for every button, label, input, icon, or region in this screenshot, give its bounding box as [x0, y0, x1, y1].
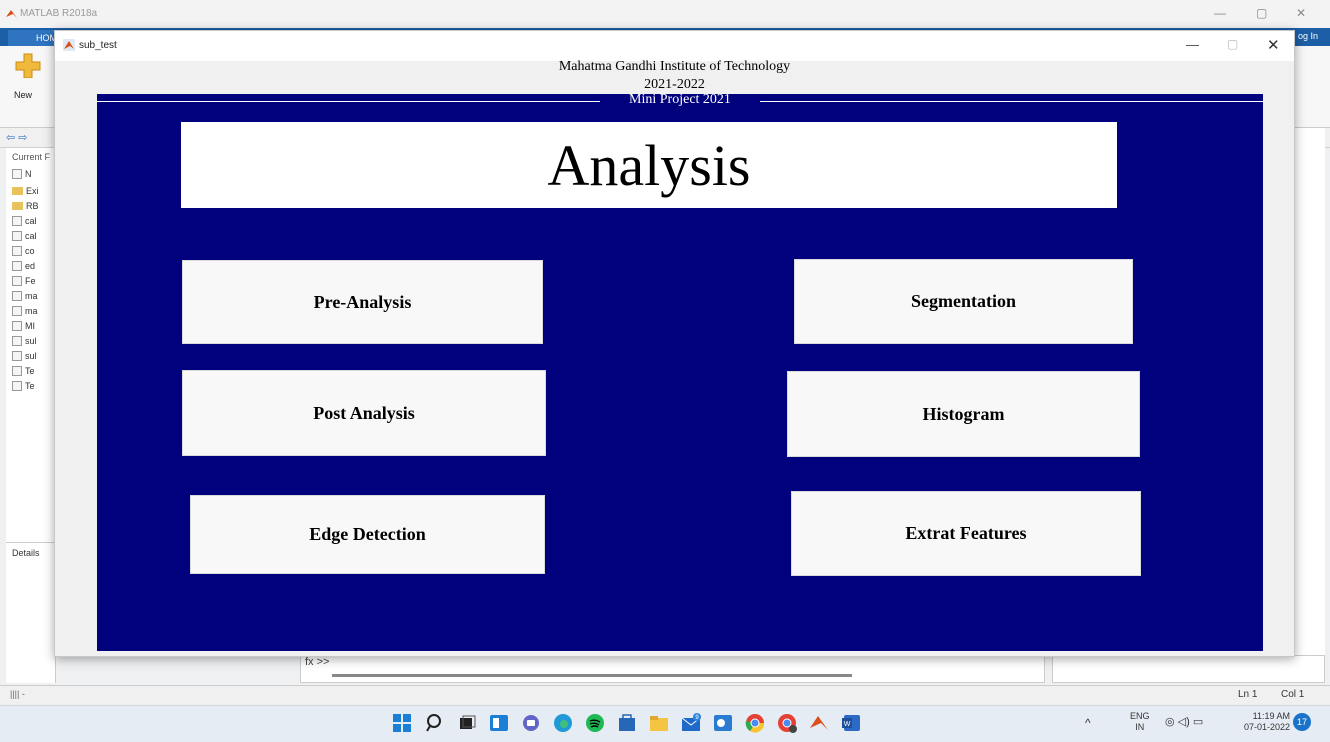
file-icon [12, 168, 22, 179]
matlab-close-button[interactable]: ✕ [1296, 6, 1306, 20]
panel-border-left [97, 101, 600, 102]
new-plus-icon[interactable] [14, 52, 42, 78]
mfile-icon [12, 215, 22, 226]
mfile-icon [12, 290, 22, 301]
language-indicator[interactable]: ENG IN [1130, 711, 1150, 733]
tab-home[interactable]: HOM [8, 30, 57, 46]
segmentation-button[interactable]: Segmentation [794, 259, 1133, 344]
svg-text:W: W [844, 721, 851, 728]
mfile-icon [12, 275, 22, 286]
mfile-icon [12, 350, 22, 361]
list-item[interactable]: RB [12, 199, 39, 212]
workspace-panel [1293, 128, 1325, 683]
list-item[interactable]: MI [12, 319, 35, 332]
sub-test-window: sub_test — ▢ ✕ Mahatma Gandhi Institute … [54, 30, 1295, 657]
post-analysis-button[interactable]: Post Analysis [182, 370, 546, 456]
folder-icon [12, 201, 23, 210]
list-item[interactable]: Exi [12, 184, 39, 197]
folder-icon [12, 186, 23, 195]
institute-title: Mahatma Gandhi Institute of Technology [558, 59, 791, 74]
analysis-heading: Analysis [181, 122, 1117, 208]
matlab-icon[interactable] [808, 712, 830, 734]
command-scrollbar[interactable] [332, 674, 852, 677]
mfile-icon [12, 305, 22, 316]
edge-icon[interactable] [552, 712, 574, 734]
mfile-icon [12, 335, 22, 346]
panel-border-right [760, 101, 1263, 102]
outlook-icon[interactable] [712, 712, 734, 734]
panel-title: Mini Project 2021 [629, 92, 731, 107]
spotify-icon[interactable] [584, 712, 606, 734]
academic-year: 2021-2022 [644, 77, 705, 92]
list-item[interactable]: ma [12, 289, 38, 302]
project-panel: Mini Project 2021 Analysis Pre-Analysis … [97, 92, 1263, 651]
matlab-figure-icon [63, 39, 75, 51]
mail-icon[interactable]: 9 [680, 712, 702, 734]
windows-start-icon[interactable] [391, 712, 413, 734]
widgets-icon[interactable] [488, 712, 510, 734]
search-icon[interactable] [424, 712, 446, 734]
window-title: sub_test [79, 40, 117, 51]
maximize-button[interactable]: ▢ [1227, 37, 1238, 51]
window-titlebar: sub_test — ▢ ✕ [55, 31, 1294, 61]
list-item[interactable]: sul [12, 334, 37, 347]
chat-icon[interactable] [520, 712, 542, 734]
chrome-profile-icon[interactable] [776, 712, 798, 734]
command-prompt: fx >> [305, 656, 330, 668]
histogram-button[interactable]: Histogram [787, 371, 1140, 457]
extra-features-button[interactable]: Extrat Features [791, 491, 1141, 576]
list-item[interactable]: co [12, 244, 35, 257]
matlab-titlebar: MATLAB R2018a — ▢ ✕ [0, 0, 1330, 28]
status-line: Ln 1 [1238, 689, 1258, 700]
workspace-area [1052, 655, 1325, 683]
pre-analysis-button[interactable]: Pre-Analysis [182, 260, 543, 344]
matlab-minimize-button[interactable]: — [1214, 6, 1226, 20]
minimize-button[interactable]: — [1186, 37, 1199, 52]
details-label: Details [12, 548, 40, 558]
status-bar [0, 685, 1330, 705]
tray-chevron-icon[interactable]: ^ [1085, 716, 1091, 730]
list-item[interactable]: Te [12, 379, 35, 392]
mfile-icon [12, 380, 22, 391]
list-item[interactable]: Fe [12, 274, 36, 287]
matlab-window-title: MATLAB R2018a [20, 8, 98, 19]
status-column: Col 1 [1281, 689, 1305, 700]
list-item[interactable]: cal [12, 214, 37, 227]
new-button-label[interactable]: New [14, 90, 32, 100]
file-explorer-icon[interactable] [648, 712, 670, 734]
list-item[interactable]: cal [12, 229, 37, 242]
notification-badge[interactable]: 17 [1293, 713, 1311, 731]
back-forward-icon[interactable]: ⇦ ⇨ [6, 131, 28, 144]
chrome-icon[interactable] [744, 712, 766, 734]
fig-file-icon [12, 320, 22, 331]
word-icon[interactable]: W [840, 712, 862, 734]
matlab-logo-icon [6, 10, 17, 18]
list-item[interactable]: N [12, 167, 32, 180]
store-icon[interactable] [616, 712, 638, 734]
mfile-icon [12, 260, 22, 271]
close-button[interactable]: ✕ [1267, 36, 1280, 54]
status-indicator: |||| - [10, 689, 25, 699]
list-item[interactable]: Te [12, 364, 35, 377]
command-window[interactable] [300, 655, 1045, 683]
current-folder-label: Current F [12, 152, 51, 162]
mfile-icon [12, 230, 22, 241]
tray-network-volume-battery-icon[interactable]: ◎ ◁) ▭ [1165, 715, 1203, 728]
details-divider [6, 542, 56, 543]
edge-detection-button[interactable]: Edge Detection [190, 495, 545, 574]
list-item[interactable]: ma [12, 304, 38, 317]
task-view-icon[interactable] [456, 712, 478, 734]
login-link[interactable]: og In [1298, 31, 1318, 41]
matlab-maximize-button[interactable]: ▢ [1256, 6, 1267, 20]
taskbar-clock[interactable]: 11:19 AM 07-01-2022 [1234, 711, 1290, 733]
list-item[interactable]: sul [12, 349, 37, 362]
mfile-icon [12, 245, 22, 256]
mfile-icon [12, 365, 22, 376]
list-item[interactable]: ed [12, 259, 35, 272]
